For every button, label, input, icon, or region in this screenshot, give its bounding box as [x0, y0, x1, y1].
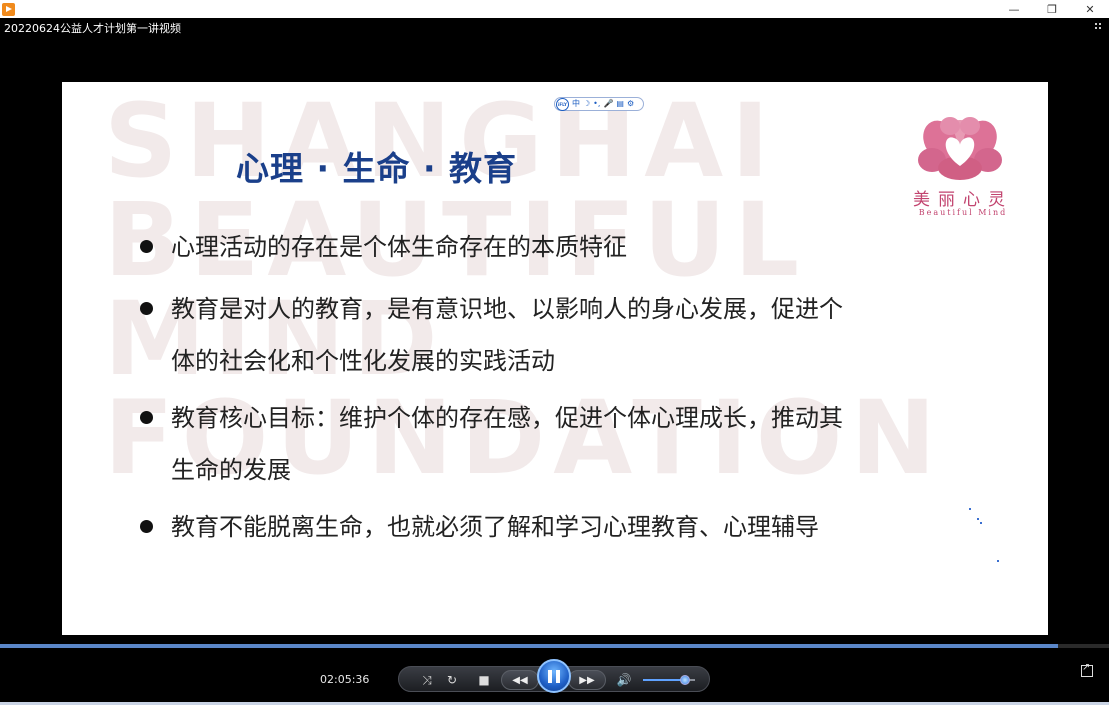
bullet-dot-icon	[140, 520, 153, 533]
keyboard-icon[interactable]: ▤	[616, 98, 624, 110]
ifly-logo-icon[interactable]: iFLY	[556, 97, 569, 111]
bullet-dot-icon	[140, 411, 153, 424]
video-header: 20220624公益人才计划第一讲视频	[0, 18, 1109, 40]
rewind-button[interactable]: ◀◀	[501, 670, 539, 690]
bullet-dot-icon	[140, 302, 153, 315]
microphone-icon[interactable]: 🎤	[603, 98, 613, 110]
volume-knob[interactable]	[679, 675, 690, 685]
grip-icon[interactable]	[1095, 23, 1103, 31]
gear-icon[interactable]: ⚙	[627, 98, 634, 110]
volume-icon[interactable]: 🔊	[613, 670, 635, 690]
logo-chinese-text: 美丽心灵	[913, 190, 1013, 210]
close-icon[interactable]: ✕	[1071, 0, 1109, 18]
fast-forward-button[interactable]: ▶▶	[568, 670, 606, 690]
bullet-line: 体的社会化和个性化发展的实践活动	[171, 347, 555, 375]
shuffle-icon[interactable]: ⤨	[417, 670, 437, 690]
stop-button[interactable]: ■	[475, 670, 493, 690]
window-controls: — ❐ ✕	[995, 0, 1109, 18]
elapsed-time: 02:05:36	[320, 673, 370, 686]
speck-mark	[977, 518, 979, 520]
volume-slider[interactable]	[643, 675, 695, 685]
ifly-chinese-input-button[interactable]: 中	[572, 98, 580, 110]
slide-title: 心理 · 生命 · 教育	[236, 149, 518, 188]
bullet-line: 教育是对人的教育，是有意识地、以影响人的身心发展，促进个	[171, 295, 843, 323]
repeat-icon[interactable]: ↻	[442, 670, 462, 690]
bullet-line: 教育不能脱离生命，也就必须了解和学习心理教育、心理辅导	[171, 513, 819, 541]
presentation-slide: SHANGHAI BEAUTIFUL MIND FOUNDATION iFLY …	[62, 82, 1048, 635]
pause-button[interactable]	[537, 659, 571, 693]
moon-icon[interactable]: ☽	[583, 98, 590, 110]
punctuation-icon[interactable]: •,	[593, 98, 600, 110]
speck-mark	[997, 560, 999, 562]
media-player-icon	[2, 2, 15, 16]
speck-mark	[969, 508, 971, 510]
restore-icon[interactable]: ❐	[1033, 0, 1071, 18]
bullet-line: 心理活动的存在是个体生命存在的本质特征	[171, 233, 627, 261]
ifly-toolbar[interactable]: iFLY 中 ☽ •, 🎤 ▤ ⚙	[554, 97, 644, 111]
bullet-line: 生命的发展	[171, 456, 291, 484]
speck-mark	[980, 522, 982, 524]
logo-english-text: Beautiful Mind	[918, 208, 1008, 217]
volume-fill	[643, 679, 685, 681]
window-titlebar: — ❐ ✕	[0, 0, 1109, 18]
bullet-line: 教育核心目标：维护个体的存在感，促进个体心理成长，推动其	[171, 404, 843, 432]
minimize-icon[interactable]: —	[995, 0, 1033, 18]
fullscreen-icon[interactable]	[1081, 662, 1093, 677]
video-title: 20220624公益人才计划第一讲视频	[4, 22, 181, 35]
bullet-dot-icon	[140, 240, 153, 253]
